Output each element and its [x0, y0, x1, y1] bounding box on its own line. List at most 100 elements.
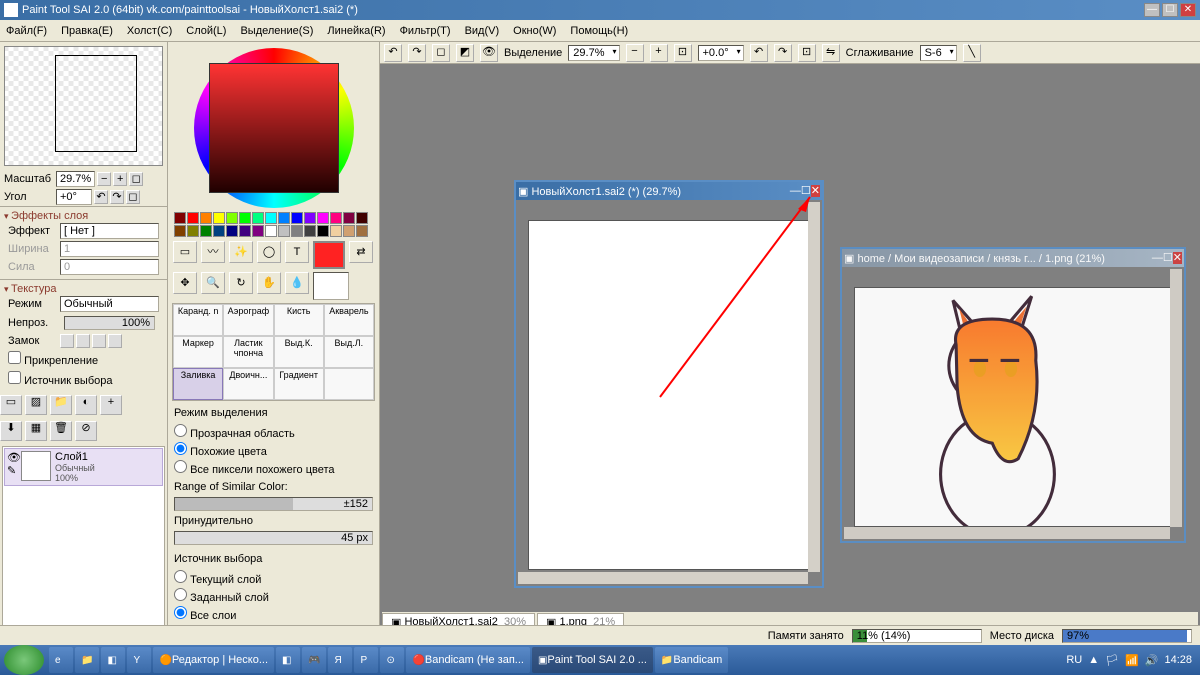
lang-indicator[interactable]: RU	[1066, 654, 1082, 666]
menu-ruler[interactable]: Линейка(R)	[327, 25, 385, 37]
rotate-ccw-button[interactable]: ↶	[94, 190, 108, 204]
menu-layer[interactable]: Слой(L)	[186, 25, 226, 37]
brush-5[interactable]: Ластик чпонча	[223, 336, 273, 368]
rotate-reset-button[interactable]: ◻	[126, 190, 140, 204]
brush-7[interactable]: Выд.Л.	[324, 336, 374, 368]
new-lineart-button[interactable]: ▨	[25, 395, 47, 415]
rotate-tool[interactable]: ↻	[229, 272, 253, 294]
deselect-button[interactable]: ◻	[432, 44, 450, 62]
swatch[interactable]	[343, 212, 355, 224]
invert-button[interactable]: ◩	[456, 44, 474, 62]
quick-ie-icon[interactable]: e	[49, 647, 73, 673]
lasso-tool[interactable]: 〰	[201, 241, 225, 263]
eye-icon[interactable]: 👁	[7, 452, 21, 464]
swatch[interactable]	[226, 225, 238, 237]
pencil-icon[interactable]: ✎	[7, 465, 16, 477]
swatch[interactable]	[304, 212, 316, 224]
swatch[interactable]	[317, 212, 329, 224]
menu-canvas[interactable]: Холст(C)	[127, 25, 172, 37]
doc2-close[interactable]: ✕	[1173, 252, 1182, 264]
zoom-combo[interactable]: 29.7%	[568, 45, 619, 61]
brush-2[interactable]: Кисть	[274, 304, 324, 336]
swatch[interactable]	[252, 212, 264, 224]
opacity-slider[interactable]: 100%	[64, 316, 155, 330]
effect-select[interactable]: [ Нет ]	[60, 223, 159, 239]
angle-value[interactable]: +0°	[56, 189, 92, 205]
new-mask-button[interactable]: ◐	[75, 395, 97, 415]
brush-10[interactable]: Градиент	[274, 368, 324, 400]
rotation-combo[interactable]: +0.0°	[698, 45, 744, 61]
rot-cw-icon[interactable]: ↷	[774, 44, 792, 62]
delete-layer-button[interactable]: 🗑	[50, 421, 72, 441]
new-layer-button[interactable]: ▭	[0, 395, 22, 415]
task-b[interactable]: 🎮	[302, 647, 326, 673]
move-tool[interactable]: ✥	[173, 272, 197, 294]
swatch[interactable]	[226, 212, 238, 224]
new-folder-button[interactable]: 📁	[50, 395, 72, 415]
tray-flag-icon[interactable]: 🏳	[1105, 654, 1119, 667]
swatch[interactable]	[317, 225, 329, 237]
zoom-in-icon[interactable]: +	[650, 44, 668, 62]
text-tool[interactable]: T	[285, 241, 309, 263]
menu-file[interactable]: Файл(F)	[6, 25, 47, 37]
menu-selection[interactable]: Выделение(S)	[240, 25, 313, 37]
swatch[interactable]	[278, 225, 290, 237]
start-button[interactable]	[4, 645, 44, 675]
swatch[interactable]	[291, 225, 303, 237]
show-sel-icon[interactable]: 👁	[480, 44, 498, 62]
lock-pixel-button[interactable]	[76, 334, 90, 348]
brush-1[interactable]: Аэрограф	[223, 304, 273, 336]
undo-button[interactable]: ↶	[384, 44, 402, 62]
zoom-out-button[interactable]: −	[97, 172, 111, 186]
swatch[interactable]	[200, 212, 212, 224]
lock-move-button[interactable]	[92, 334, 106, 348]
selmode-all-similar[interactable]: Все пиксели похожего цвета	[174, 459, 373, 477]
layer-item[interactable]: 👁✎ Слой1 Обычный 100%	[4, 448, 163, 486]
swatch[interactable]	[187, 212, 199, 224]
force-slider[interactable]: 45 px	[174, 531, 373, 545]
blend-mode-select[interactable]: Обычный	[60, 296, 159, 312]
swatch[interactable]	[187, 225, 199, 237]
menu-help[interactable]: Помощь(H)	[570, 25, 628, 37]
swatch[interactable]	[304, 225, 316, 237]
task-a[interactable]: ◧	[276, 647, 300, 673]
doc2-vscroll[interactable]	[1170, 269, 1182, 527]
range-slider[interactable]: ±152	[174, 497, 373, 511]
task-c[interactable]: Я	[328, 647, 352, 673]
doc2-hscroll[interactable]	[844, 527, 1170, 539]
zoom-fit-icon[interactable]: ⊡	[674, 44, 692, 62]
swatch[interactable]	[265, 212, 277, 224]
quick-explorer-icon[interactable]: 📁	[75, 647, 99, 673]
brush-4[interactable]: Маркер	[173, 336, 223, 368]
hand-tool[interactable]: ✋	[257, 272, 281, 294]
swatch[interactable]	[239, 225, 251, 237]
wand-tool[interactable]: ✨	[229, 241, 253, 263]
clear-layer-button[interactable]: ⊘	[75, 421, 97, 441]
zoom-tool[interactable]: 🔍	[201, 272, 225, 294]
lock-alpha-button[interactable]	[60, 334, 74, 348]
rotate-cw-button[interactable]: ↷	[110, 190, 124, 204]
menu-window[interactable]: Окно(W)	[513, 25, 556, 37]
navigator[interactable]	[4, 46, 163, 166]
source-checkbox[interactable]: Источник выбора	[4, 369, 163, 389]
swatch[interactable]	[330, 225, 342, 237]
doc2-min[interactable]: —	[1152, 252, 1163, 264]
bg-color[interactable]	[313, 272, 349, 300]
tray-icon[interactable]: ▲	[1088, 654, 1099, 666]
tray-vol-icon[interactable]: 🔊	[1145, 654, 1159, 667]
task-d[interactable]: P	[354, 647, 378, 673]
rot-reset-icon[interactable]: ⊡	[798, 44, 816, 62]
copy-layer-button[interactable]: +	[100, 395, 122, 415]
task-e[interactable]: ⊙	[380, 647, 404, 673]
task-editor[interactable]: 🟠 Редактор | Неско...	[153, 647, 274, 673]
selmode-similar[interactable]: Похожие цвета	[174, 441, 373, 459]
swatch[interactable]	[174, 212, 186, 224]
source-all[interactable]: Все слои	[174, 605, 373, 623]
doc1-hscroll[interactable]	[518, 572, 808, 584]
swatch[interactable]	[174, 225, 186, 237]
brush-0[interactable]: Каранд. n	[173, 304, 223, 336]
brush-3[interactable]: Акварель	[324, 304, 374, 336]
foreground-color[interactable]	[313, 241, 345, 269]
smoothing-combo[interactable]: S-6	[920, 45, 957, 61]
task-bandicam-rec[interactable]: 🔴 Bandicam (Не зап...	[406, 647, 530, 673]
